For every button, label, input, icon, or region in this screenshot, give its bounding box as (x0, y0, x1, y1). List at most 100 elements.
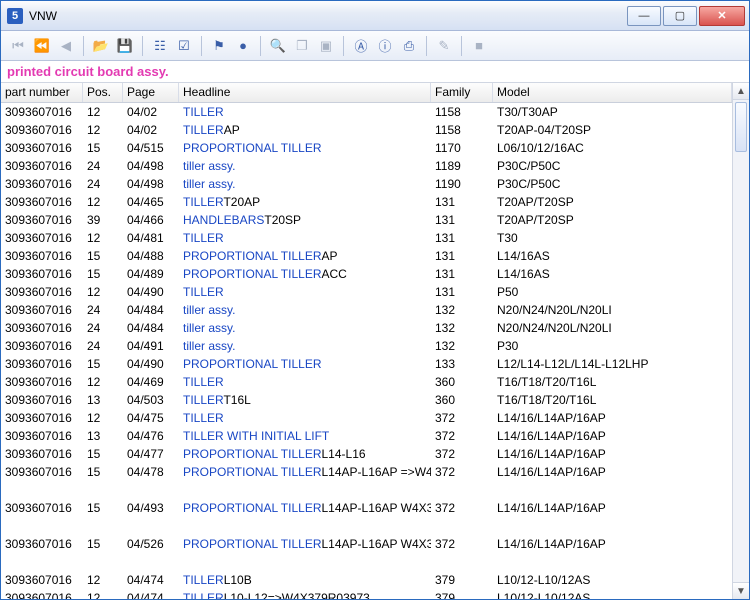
col-model[interactable]: Model (493, 83, 732, 102)
table-row[interactable]: 30936070162404/498tiller assy.1189P30C/P… (1, 157, 732, 175)
table-row[interactable]: 30936070162404/484tiller assy.132N20/N24… (1, 301, 732, 319)
table-row[interactable]: 30936070161204/474TILLERL10B379L10/12-L1… (1, 571, 732, 589)
globe-icon[interactable]: ● (232, 35, 254, 57)
close-button[interactable]: ✕ (699, 6, 745, 26)
scroll-down-button[interactable]: ▼ (733, 582, 749, 599)
minimize-button[interactable]: — (627, 6, 661, 26)
headline-link[interactable]: PROPORTIONAL TILLER (183, 141, 322, 155)
table-row[interactable]: 30936070161304/476TILLER WITH INITIAL LI… (1, 427, 732, 445)
table-row[interactable] (1, 517, 732, 535)
headline-link[interactable]: TILLER (183, 411, 224, 425)
table-body: 30936070161204/02TILLER1158T30/T30AP3093… (1, 103, 732, 599)
cell-family: 131 (431, 284, 493, 300)
table-row[interactable]: 30936070161204/474TILLERL10-L12=>W4X379R… (1, 589, 732, 599)
edit-icon: ✎ (433, 35, 455, 57)
headline-link[interactable]: tiller assy. (183, 159, 235, 173)
headline-link[interactable]: tiller assy. (183, 339, 235, 353)
headline-link[interactable]: PROPORTIONAL TILLER (183, 537, 322, 551)
headline-link[interactable]: TILLER (183, 573, 224, 587)
table-row[interactable]: 30936070162404/498tiller assy.1190P30C/P… (1, 175, 732, 193)
headline-link[interactable]: TILLER (183, 393, 223, 407)
headline-link[interactable]: TILLER (183, 591, 224, 599)
scroll-track[interactable] (733, 100, 749, 582)
copy-icon: ❐ (291, 35, 313, 57)
checklist-icon[interactable]: ☑ (173, 35, 195, 57)
cell-page: 04/488 (123, 248, 179, 264)
print-icon[interactable]: ⎙ (398, 35, 420, 57)
table-row[interactable] (1, 553, 732, 571)
cell-model: L14/16/L14AP/16AP (493, 464, 732, 480)
table-row[interactable]: 30936070163904/466HANDLEBARST20SP131T20A… (1, 211, 732, 229)
table-row[interactable]: 30936070161504/488PROPORTIONAL TILLERAP1… (1, 247, 732, 265)
a-circle-icon[interactable]: Ⓐ (350, 35, 372, 57)
cell-family (431, 561, 493, 563)
headline-link[interactable]: tiller assy. (183, 321, 235, 335)
headline-link[interactable]: TILLER (183, 123, 224, 137)
headline-link[interactable]: TILLER (183, 105, 224, 119)
table-row[interactable]: 30936070161204/469TILLER360T16/T18/T20/T… (1, 373, 732, 391)
table-row[interactable]: 30936070161504/493PROPORTIONAL TILLERL14… (1, 499, 732, 517)
headline-link[interactable]: PROPORTIONAL TILLER (183, 357, 322, 371)
cell-pos: 12 (83, 410, 123, 426)
headline-link[interactable]: PROPORTIONAL TILLER (183, 501, 322, 515)
scroll-up-button[interactable]: ▲ (733, 83, 749, 100)
col-headline[interactable]: Headline (179, 83, 431, 102)
headline-link[interactable]: PROPORTIONAL TILLER (183, 249, 322, 263)
cell-model: P30C/P50C (493, 176, 732, 192)
cell-model: L10/12-L10/12AS (493, 572, 732, 588)
headline-link[interactable]: PROPORTIONAL TILLER (183, 447, 322, 461)
cell-model: T16/T18/T20/T16L (493, 374, 732, 390)
headline-link[interactable]: TILLER (183, 231, 224, 245)
table-row[interactable]: 30936070161504/526PROPORTIONAL TILLERL14… (1, 535, 732, 553)
table-row[interactable]: 30936070161504/478PROPORTIONAL TILLERL14… (1, 463, 732, 481)
table-row[interactable]: 30936070161504/515PROPORTIONAL TILLER117… (1, 139, 732, 157)
table-row[interactable]: 30936070161204/465TILLERT20AP131T20AP/T2… (1, 193, 732, 211)
cell-headline: PROPORTIONAL TILLER (179, 356, 431, 372)
cell-part-number: 3093607016 (1, 140, 83, 156)
headline-link[interactable]: tiller assy. (183, 177, 235, 191)
toolbar-separator (201, 36, 202, 56)
table-row[interactable]: 30936070161504/477PROPORTIONAL TILLERL14… (1, 445, 732, 463)
table-row[interactable]: 30936070161204/475TILLER372L14/16/L14AP/… (1, 409, 732, 427)
table-row[interactable]: 30936070161204/490TILLER131P50 (1, 283, 732, 301)
col-family[interactable]: Family (431, 83, 493, 102)
cell-part-number: 3093607016 (1, 392, 83, 408)
headline-link[interactable]: TILLER (183, 375, 224, 389)
cart-icon[interactable]: ☷ (149, 35, 171, 57)
cell-family: 132 (431, 302, 493, 318)
headline-link[interactable]: TILLER (183, 285, 224, 299)
cell-family: 379 (431, 572, 493, 588)
help-icon[interactable]: ⓘ (374, 35, 396, 57)
table-row[interactable]: 30936070161504/490PROPORTIONAL TILLER133… (1, 355, 732, 373)
table-row[interactable]: 30936070161504/489PROPORTIONAL TILLERACC… (1, 265, 732, 283)
headline-link[interactable]: tiller assy. (183, 303, 235, 317)
cell-pos: 15 (83, 266, 123, 282)
table-row[interactable]: 30936070161204/02TILLERAP1158T20AP-04/T2… (1, 121, 732, 139)
col-page[interactable]: Page (123, 83, 179, 102)
headline-link[interactable]: PROPORTIONAL TILLER (183, 267, 322, 281)
headline-link[interactable]: TILLER WITH INITIAL LIFT (183, 429, 329, 443)
title-bar[interactable]: 5 VNW — ▢ ✕ (1, 1, 749, 31)
cell-model: T20AP/T20SP (493, 194, 732, 210)
vertical-scrollbar[interactable]: ▲ ▼ (732, 83, 749, 599)
col-pos[interactable]: Pos. (83, 83, 123, 102)
maximize-button[interactable]: ▢ (663, 6, 697, 26)
table-row[interactable]: 30936070162404/484tiller assy.132N20/N24… (1, 319, 732, 337)
cell-family: 372 (431, 536, 493, 552)
headline-link[interactable]: TILLER (183, 195, 223, 209)
cell-part-number (1, 489, 83, 491)
table-row[interactable]: 30936070162404/491tiller assy.132P30 (1, 337, 732, 355)
cell-model: L10/12-L10/12AS (493, 590, 732, 599)
cell-headline: tiller assy. (179, 158, 431, 174)
headline-link[interactable]: HANDLEBARS (183, 213, 264, 227)
table-row[interactable]: 30936070161204/481TILLER131T30 (1, 229, 732, 247)
table-row[interactable] (1, 481, 732, 499)
table-row[interactable]: 30936070161304/503TILLERT16L360T16/T18/T… (1, 391, 732, 409)
table-row[interactable]: 30936070161204/02TILLER1158T30/T30AP (1, 103, 732, 121)
scroll-thumb[interactable] (735, 102, 747, 152)
col-part-number[interactable]: part number (1, 83, 83, 102)
cell-pos: 12 (83, 284, 123, 300)
flag-icon[interactable]: ⚑ (208, 35, 230, 57)
headline-link[interactable]: PROPORTIONAL TILLER (183, 465, 322, 479)
cell-pos: 39 (83, 212, 123, 228)
